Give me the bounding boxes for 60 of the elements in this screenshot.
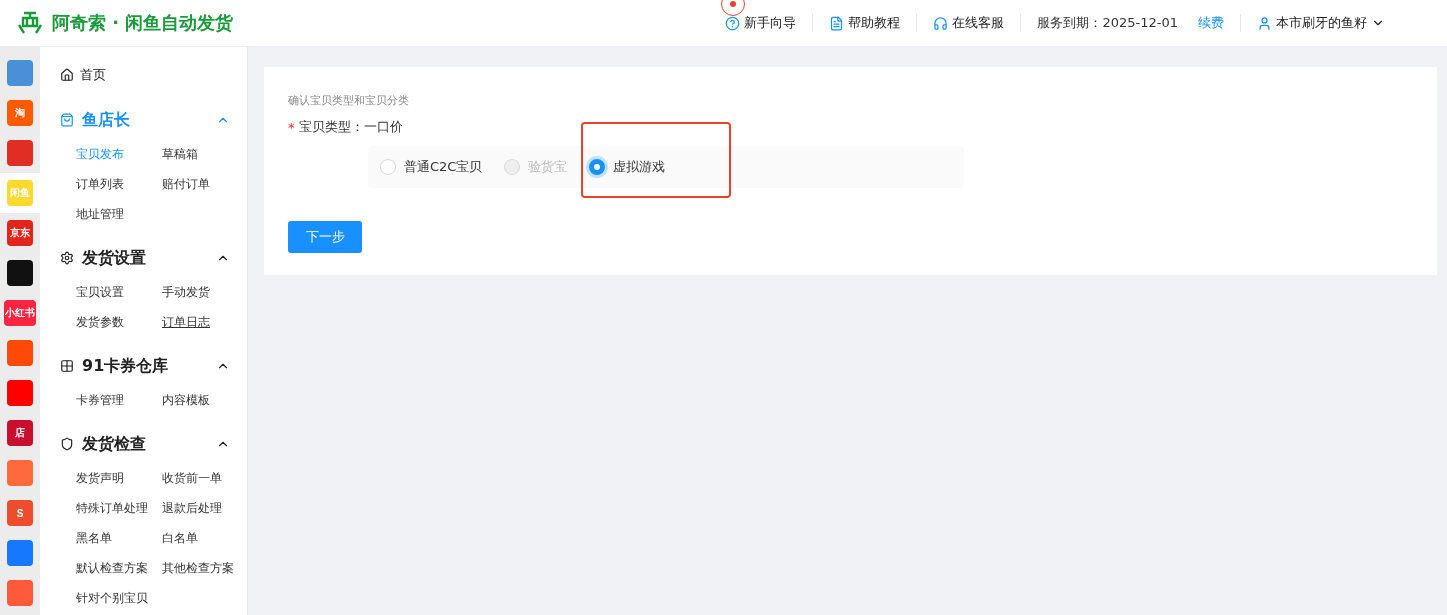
menu-group-title: 鱼店长 — [82, 109, 130, 131]
menu-group-title: 发货设置 — [82, 247, 146, 269]
menu-item[interactable]: 发货参数 — [76, 307, 162, 337]
home-icon — [60, 68, 74, 82]
required-mark: * — [288, 119, 295, 135]
user-icon — [1257, 15, 1272, 31]
shield-icon — [60, 437, 74, 451]
platform-icon[interactable]: 店 — [7, 420, 33, 446]
menu-item[interactable]: 订单日志 — [162, 307, 247, 337]
expiry-text: 服务到期：2025-12-01 — [1036, 14, 1179, 32]
menu-item[interactable]: 其他检查方案 — [162, 553, 247, 583]
header-link[interactable]: 新手向导 — [709, 14, 814, 32]
platform-icon[interactable] — [7, 380, 33, 406]
field-value: 一口价 — [363, 118, 403, 136]
app-title: 阿奇索 · 闲鱼自动发货 — [52, 11, 234, 35]
menu-item[interactable]: 订单列表 — [76, 169, 162, 199]
menu-group-title: 发货检查 — [82, 433, 146, 455]
menu-item[interactable]: 白名单 — [162, 523, 247, 553]
menu-item[interactable]: 默认检查方案 — [76, 553, 162, 583]
menu-item[interactable]: 黑名单 — [76, 523, 162, 553]
platform-icon[interactable]: 京东 — [7, 220, 33, 246]
menu-item[interactable]: 卡券管理 — [76, 385, 162, 415]
menu-group-header[interactable]: 发货检查 — [60, 429, 230, 459]
radio-option[interactable]: 普通C2C宝贝 — [380, 158, 483, 176]
radio-option[interactable]: 虚拟游戏 — [589, 158, 666, 176]
platform-icon[interactable]: S — [7, 500, 33, 526]
menu-group-title: 91卡券仓库 — [82, 355, 169, 377]
menu-item[interactable]: 退款后处理 — [162, 493, 247, 523]
platform-icon[interactable] — [7, 260, 33, 286]
platform-icon[interactable] — [7, 140, 33, 166]
header-link[interactable]: 在线客服 — [917, 14, 1022, 32]
settings-icon — [60, 251, 74, 265]
grid-icon — [60, 359, 74, 373]
header-link[interactable]: 帮助教程 — [813, 14, 918, 32]
menu-item[interactable]: 发货声明 — [76, 463, 162, 493]
menu-item[interactable]: 地址管理 — [76, 199, 162, 229]
headphones-icon — [933, 15, 949, 31]
platform-icon[interactable] — [7, 580, 33, 606]
menu-item[interactable]: 收货前一单 — [162, 463, 247, 493]
platform-icon[interactable] — [7, 340, 33, 366]
menu-item[interactable]: 手动发货 — [162, 277, 247, 307]
platform-icon[interactable] — [7, 60, 33, 86]
menu-group-header[interactable]: 91卡券仓库 — [60, 351, 230, 381]
menu-item[interactable]: 草稿箱 — [162, 139, 247, 169]
home-link[interactable]: 首页 — [60, 59, 247, 91]
menu-item[interactable]: 特殊订单处理 — [76, 493, 162, 523]
user-menu[interactable]: 本市刷牙的鱼籽 — [1241, 14, 1401, 32]
menu-item[interactable]: 内容模板 — [162, 385, 247, 415]
menu-group-header[interactable]: 发货设置 — [60, 243, 230, 273]
platform-icon[interactable] — [7, 460, 33, 486]
platform-icon[interactable] — [7, 540, 33, 566]
menu-item[interactable]: 赔付订单 — [162, 169, 247, 199]
platform-icon[interactable]: 小红书 — [4, 300, 36, 326]
help-icon — [725, 15, 741, 31]
document-icon — [829, 15, 845, 31]
menu-item[interactable]: 针对个别宝贝 — [76, 583, 162, 613]
menu-item[interactable]: 宝贝设置 — [76, 277, 162, 307]
field-label: 宝贝类型： — [298, 118, 364, 136]
bag-icon — [60, 113, 74, 127]
form-hint: 确认宝贝类型和宝贝分类 — [288, 93, 410, 108]
